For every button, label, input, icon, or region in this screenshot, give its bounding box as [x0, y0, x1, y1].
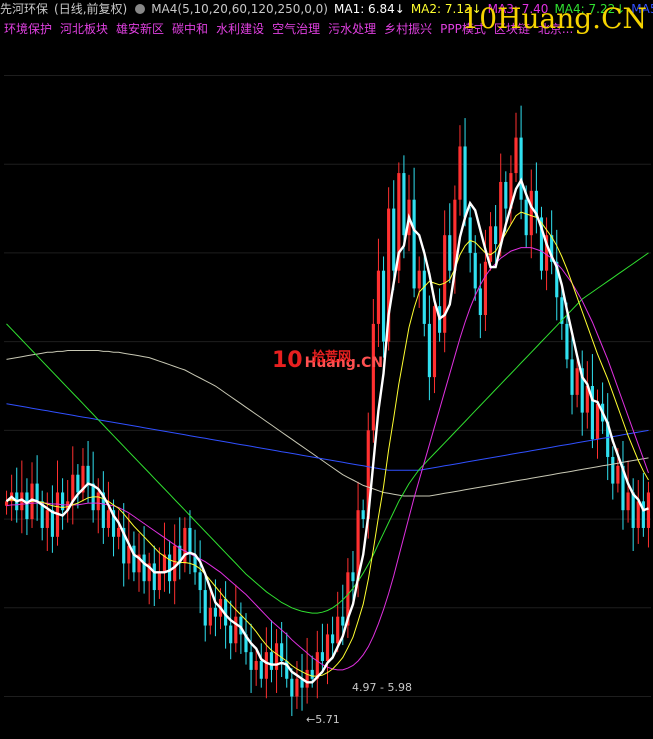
candle-body [412, 199, 416, 289]
candle-body [254, 661, 258, 670]
candle-body [50, 510, 54, 537]
candle-body [361, 510, 365, 520]
watermark-center: 10 Huang.CN 拾荒网 [272, 348, 383, 373]
candle-body [565, 323, 569, 360]
candle-body [71, 474, 75, 502]
candle-body [432, 306, 437, 378]
candle-body [188, 527, 192, 555]
candle-body [290, 678, 294, 697]
concept-tag[interactable]: 乡村振兴 [384, 22, 432, 36]
candle-body [229, 625, 233, 644]
candle-body [152, 563, 156, 591]
candle-body [473, 252, 477, 289]
candle-body [646, 492, 651, 528]
candle-body [157, 572, 161, 591]
stock-name[interactable]: 先河环保 [0, 2, 48, 16]
candle-body [269, 652, 274, 670]
candle-body [213, 607, 218, 617]
concept-tag[interactable]: 碳中和 [172, 22, 208, 36]
candle-body [198, 572, 202, 591]
candle-body [381, 270, 386, 342]
concept-tag[interactable]: 河北板块 [60, 22, 108, 36]
candle-body [341, 616, 345, 626]
candle-body [203, 590, 207, 626]
candle-body [376, 270, 381, 324]
candle-body [106, 510, 111, 528]
watermark-chinese: 拾荒网 [312, 350, 352, 365]
candle-body [529, 190, 533, 236]
candle-body [595, 403, 600, 440]
candle-body [478, 288, 482, 316]
candle-body [427, 323, 431, 378]
candle-body [86, 465, 90, 484]
candle-body [631, 492, 635, 528]
candle-body [616, 465, 620, 484]
candle-body [173, 545, 177, 582]
candle-body [96, 492, 100, 511]
ma-line-ma2 [6, 211, 649, 677]
watermark-number: 10 [272, 348, 303, 373]
visibility-icon[interactable] [135, 4, 146, 14]
candle-body [35, 483, 39, 502]
candle-body [320, 652, 324, 662]
candle-body [524, 199, 528, 236]
candle-body [76, 474, 80, 493]
candle-body [45, 510, 49, 528]
candle-body [371, 323, 375, 431]
candle-body [351, 572, 355, 582]
concept-tag[interactable]: 污水处理 [328, 22, 376, 36]
candle-body [305, 669, 309, 688]
candle-body [402, 173, 406, 236]
range-annotation: 4.97 - 5.98 [352, 681, 412, 694]
candle-body [514, 137, 518, 174]
concept-tag[interactable]: 水利建设 [216, 22, 264, 36]
candle-body [504, 181, 508, 209]
candle-body [392, 208, 396, 271]
candle-body [636, 501, 640, 528]
candle-body [626, 492, 630, 511]
candle-body [325, 634, 330, 662]
ma-line-ma3 [6, 247, 649, 671]
low-price-annotation: ←5.71 [306, 713, 340, 726]
candle-body [422, 270, 426, 324]
candle-body [259, 661, 263, 679]
ma-line-ma1 [5, 177, 649, 684]
candle-body [117, 527, 121, 537]
candle-body [468, 217, 472, 253]
candle-body [264, 652, 268, 679]
candle-body [570, 359, 574, 395]
candle-body [519, 137, 523, 200]
concept-tag[interactable]: 空气治理 [272, 22, 320, 36]
ma-line-ma4 [6, 252, 649, 614]
candle-body [249, 652, 253, 670]
candle-body [142, 554, 146, 582]
candle-body [499, 181, 503, 245]
candle-body [463, 146, 467, 218]
candle-body [310, 669, 314, 679]
candle-body [488, 226, 493, 262]
candle-body [331, 634, 335, 644]
candle-body [417, 270, 421, 289]
concept-tag[interactable]: 雄安新区 [116, 22, 164, 36]
candle-body [458, 146, 462, 200]
concept-tag[interactable]: 环境保护 [4, 22, 52, 36]
candle-body [575, 368, 579, 395]
indicator-label[interactable]: MA4(5,10,20,60,120,250,0,0) [151, 2, 328, 16]
watermark-logo: 10Huang.CN [461, 2, 647, 35]
candle-body [208, 607, 212, 626]
candle-body [295, 678, 299, 697]
candle-body [494, 226, 498, 245]
candle-body [336, 616, 340, 644]
candle-body [611, 456, 615, 484]
candle-body [274, 643, 279, 670]
candle-body [448, 235, 452, 271]
period-label: (日线,前复权) [54, 2, 128, 16]
candle-body [483, 261, 488, 316]
candle-body [25, 492, 29, 520]
ma1-value: MA1: 6.84↓ [334, 2, 405, 16]
ma-line-ma5 [6, 403, 649, 471]
candle-body [234, 616, 238, 644]
